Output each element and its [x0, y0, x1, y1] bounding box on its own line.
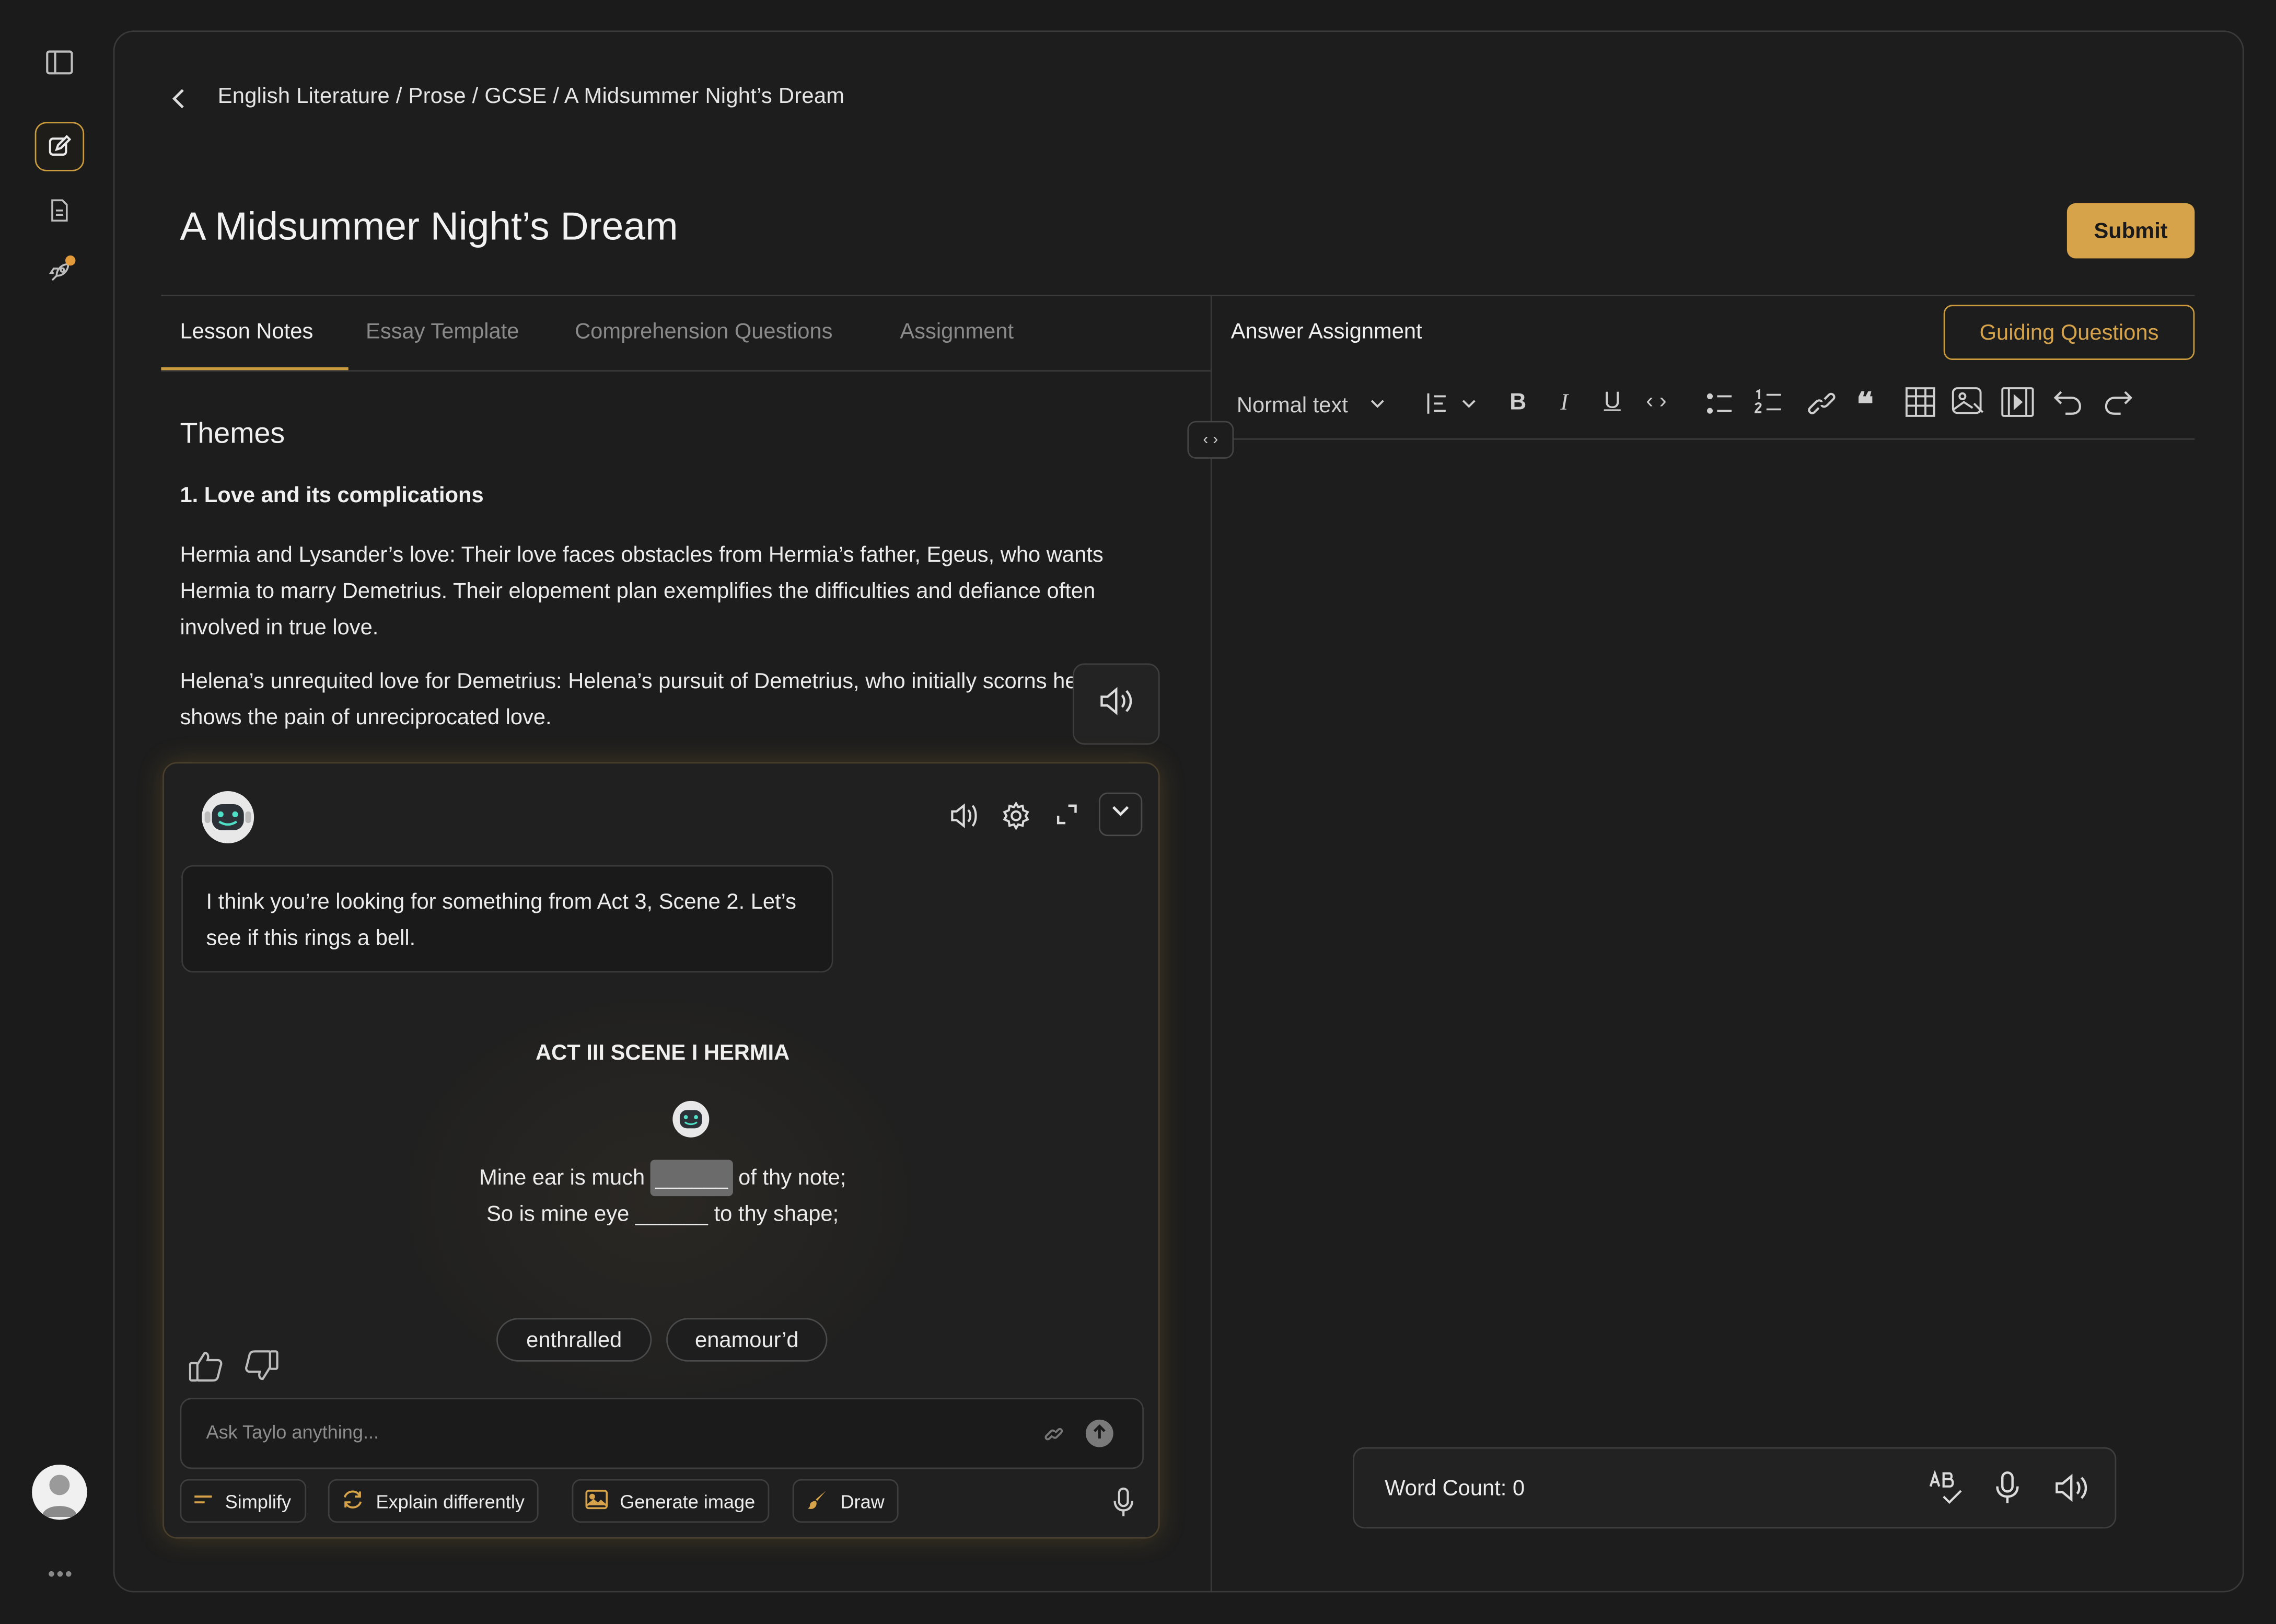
microphone-icon[interactable] — [1112, 1487, 1135, 1526]
draw-button[interactable]: Draw — [792, 1479, 899, 1523]
image-icon — [585, 1489, 608, 1513]
thumbs-up-icon[interactable] — [187, 1349, 225, 1391]
page-title: A Midsummer Night’s Dream — [180, 204, 678, 249]
italic-icon[interactable]: I — [1560, 390, 1568, 416]
tab-assignment[interactable]: Assignment — [900, 319, 1014, 344]
quote-line-2: So is mine eye ______ to thy shape; — [486, 1202, 839, 1227]
quote-line-1: Mine ear is much ______ of thy note; — [164, 1159, 1158, 1197]
chat-input[interactable]: Ask Taylo anything... — [180, 1398, 1144, 1469]
divider — [161, 370, 1211, 372]
bot-avatar-icon — [199, 788, 257, 853]
speaker-icon[interactable] — [2054, 1472, 2092, 1511]
tab-comprehension-questions[interactable]: Comprehension Questions — [575, 319, 832, 344]
draw-label: Draw — [840, 1490, 885, 1512]
explain-differently-button[interactable]: Explain differently — [328, 1479, 539, 1523]
table-icon[interactable] — [1905, 386, 1936, 425]
subheading: 1. Love and its complications — [180, 483, 484, 508]
active-tab-indicator — [161, 367, 349, 370]
sidebar-toggle-icon[interactable] — [35, 38, 84, 87]
tutor-chat-panel: I think you’re looking for something fro… — [162, 762, 1160, 1539]
chevron-down-icon — [1110, 801, 1131, 828]
quote-text: of thy note; — [738, 1165, 846, 1190]
quote-icon[interactable]: ❝ — [1856, 388, 1874, 421]
speaker-icon — [1097, 683, 1135, 725]
word-count-bar: Word Count: 0 — [1353, 1447, 2117, 1529]
section-heading: Themes — [180, 418, 285, 450]
notes-paragraph: Hermia and Lysander’s love: Their love f… — [180, 542, 1104, 641]
chevron-down-icon[interactable] — [1367, 393, 1388, 421]
guiding-questions-button[interactable]: Guiding Questions — [1943, 305, 2195, 360]
rocket-icon[interactable] — [35, 248, 84, 297]
microphone-icon[interactable] — [1994, 1470, 2020, 1513]
bold-icon[interactable]: B — [1509, 390, 1526, 416]
simplify-label: Simplify — [225, 1490, 292, 1512]
simplify-icon — [193, 1490, 213, 1512]
refresh-icon — [341, 1489, 364, 1513]
code-icon[interactable]: ‹ › — [1646, 389, 1666, 414]
generate-image-label: Generate image — [620, 1490, 756, 1512]
send-button[interactable] — [1085, 1419, 1113, 1447]
undo-icon[interactable] — [2052, 388, 2084, 424]
answer-title: Answer Assignment — [1230, 319, 1422, 344]
speaker-icon[interactable] — [949, 801, 981, 837]
pane-resize-handle[interactable]: ‹ › — [1187, 421, 1234, 459]
more-icon[interactable]: ••• — [48, 1562, 74, 1585]
redo-icon[interactable] — [2102, 388, 2134, 424]
bot-mini-icon — [670, 1099, 711, 1147]
back-arrow-icon[interactable] — [166, 84, 192, 113]
answer-option[interactable]: enthralled — [496, 1318, 652, 1362]
thumbs-down-icon[interactable] — [242, 1349, 280, 1391]
text-style-select[interactable]: Normal text — [1237, 392, 1348, 417]
answer-blank[interactable]: ______ — [651, 1159, 733, 1197]
link-icon[interactable] — [1806, 390, 1838, 424]
underline-icon[interactable]: U — [1604, 389, 1621, 415]
video-icon[interactable] — [2000, 386, 2035, 425]
notification-dot — [65, 255, 76, 266]
brush-icon — [806, 1487, 829, 1515]
word-count: Word Count: 0 — [1385, 1476, 1525, 1501]
read-aloud-button[interactable] — [1072, 663, 1160, 745]
document-icon[interactable] — [35, 186, 84, 235]
tab-essay-template[interactable]: Essay Template — [366, 319, 519, 344]
generate-image-button[interactable]: Generate image — [572, 1479, 770, 1523]
scene-title: ACT III SCENE I HERMIA — [536, 1040, 790, 1066]
chat-input-placeholder: Ask Taylo anything... — [206, 1421, 379, 1443]
align-icon[interactable] — [1425, 390, 1481, 424]
gear-icon[interactable] — [1002, 801, 1031, 837]
image-icon[interactable] — [1951, 386, 1986, 425]
editor-toolbar: Normal text — [1231, 383, 1348, 426]
numbered-list-icon[interactable] — [1754, 389, 1783, 423]
breadcrumb[interactable]: English Literature / Prose / GCSE / A Mi… — [218, 84, 845, 109]
spellcheck-icon[interactable] — [1927, 1469, 1965, 1514]
tab-lesson-notes[interactable]: Lesson Notes — [180, 319, 313, 344]
expand-icon[interactable] — [1054, 801, 1080, 834]
simplify-button[interactable]: Simplify — [180, 1479, 306, 1523]
attach-link-icon[interactable] — [1042, 1422, 1065, 1453]
answer-option[interactable]: enamour’d — [666, 1318, 828, 1362]
divider — [161, 294, 2195, 296]
avatar[interactable] — [32, 1465, 87, 1520]
arrow-up-icon — [1091, 1420, 1108, 1446]
collapse-button[interactable] — [1098, 792, 1143, 837]
submit-button[interactable]: Submit — [2066, 203, 2195, 259]
pane-divider — [1210, 294, 1212, 1593]
divider — [1230, 438, 2195, 440]
bullet-list-icon[interactable] — [1705, 392, 1735, 422]
bot-message: I think you’re looking for something fro… — [181, 865, 833, 973]
explain-differently-label: Explain differently — [376, 1490, 525, 1512]
edit-icon[interactable] — [34, 122, 85, 171]
left-rail: ••• — [0, 0, 116, 1624]
quote-text: Mine ear is much — [479, 1165, 645, 1190]
notes-paragraph: Helena’s unrequited love for Demetrius: … — [180, 669, 1089, 730]
